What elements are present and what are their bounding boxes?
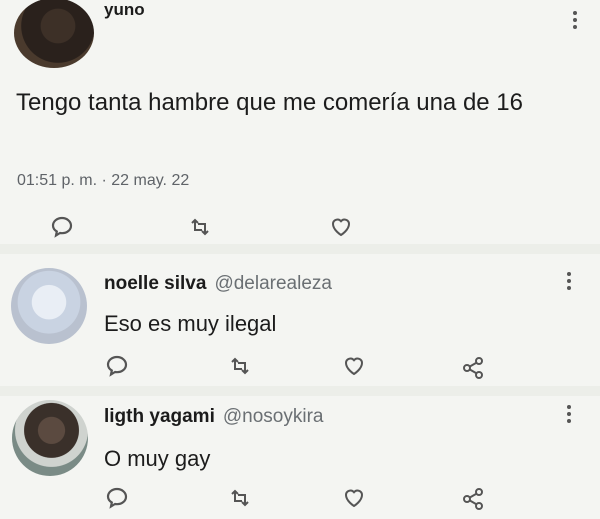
like-icon[interactable] [341,485,367,511]
reply-text: O muy gay [104,446,211,471]
like-icon[interactable] [341,353,367,379]
reply-author-handle[interactable]: @nosoykira [223,406,324,427]
reply-avatar[interactable] [12,400,88,476]
more-options-icon[interactable] [566,272,572,290]
reply-author-handle[interactable]: @delarealeza [214,273,332,294]
reply-icon[interactable] [49,214,75,240]
share-icon[interactable] [460,486,486,512]
more-options-icon[interactable] [566,405,572,423]
reply-author-name[interactable]: noelle silva [104,273,206,294]
author-name[interactable]: yuno [104,0,145,20]
tweet-timestamp: 01:51 p. m. · 22 may. 22 [17,172,190,189]
reply-author-line: ligth yagami @nosoykira [104,406,323,428]
divider [0,386,600,396]
more-options-icon[interactable] [572,11,578,29]
author-avatar[interactable] [14,0,94,68]
reply-author-name[interactable]: ligth yagami [104,406,215,427]
reply-icon[interactable] [104,353,130,379]
reply-icon[interactable] [104,485,130,511]
retweet-icon[interactable] [227,353,253,379]
reply-avatar[interactable] [11,268,87,344]
tweet-text: Tengo tanta hambre que me comería una de… [16,89,523,116]
reply-text: Eso es muy ilegal [104,311,277,336]
retweet-icon[interactable] [187,214,213,240]
share-icon[interactable] [460,355,486,381]
retweet-icon[interactable] [227,485,253,511]
divider [0,244,600,254]
like-icon[interactable] [328,214,354,240]
reply-author-line: noelle silva @delarealeza [104,273,332,295]
